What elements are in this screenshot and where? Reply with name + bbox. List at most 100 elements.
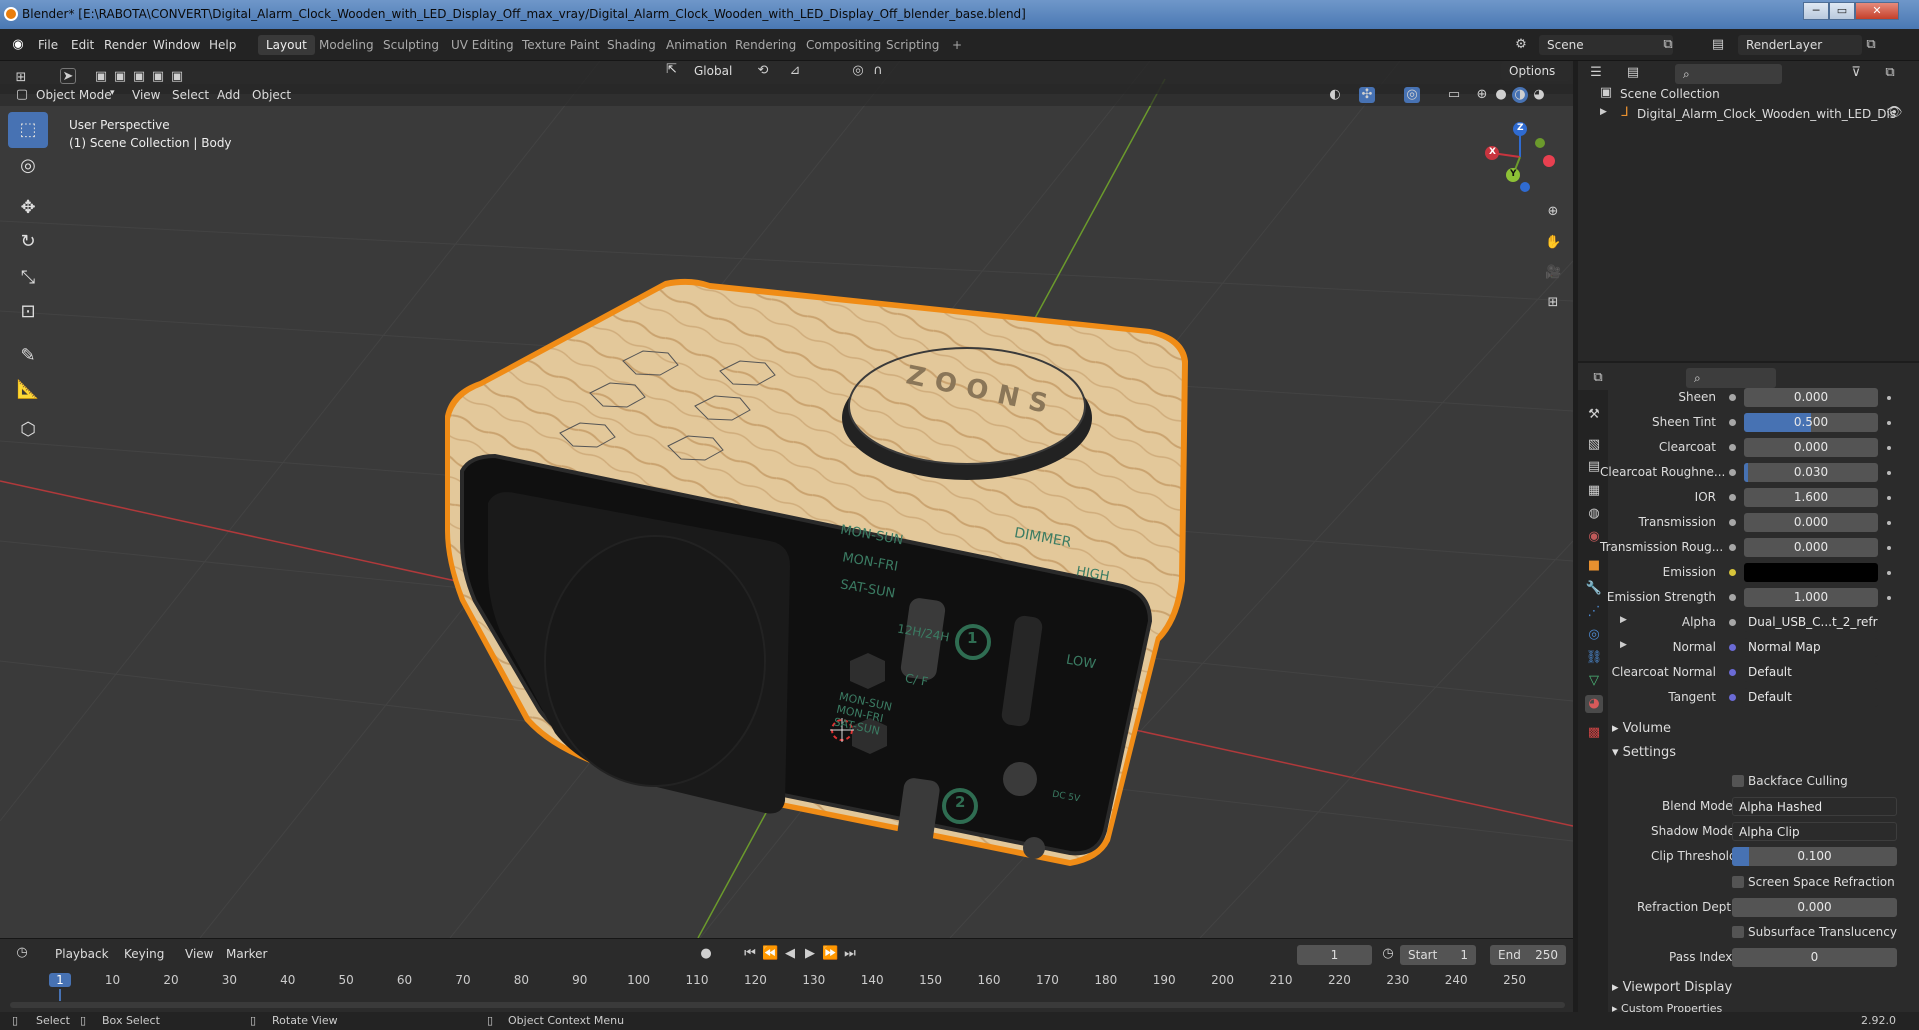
tab-compositing[interactable]: Compositing (798, 35, 889, 55)
falloff-icon[interactable]: ∩ (870, 63, 886, 79)
playhead-line[interactable] (59, 989, 61, 1001)
select-box-tool[interactable]: ⬚ (8, 112, 48, 148)
close-button[interactable]: ✕ (1855, 2, 1899, 20)
socket-dot-icon[interactable] (1729, 419, 1736, 426)
prop-field-clearcoat[interactable]: 0.000 (1744, 438, 1878, 457)
texture-tab-icon[interactable]: ▩ (1585, 724, 1603, 742)
transform-orientation-dropdown[interactable]: Global (686, 61, 741, 81)
prop-field-ior[interactable]: 1.600 (1744, 488, 1878, 507)
menu-select[interactable]: Select (172, 88, 209, 102)
tab-texture-paint[interactable]: Texture Paint (514, 35, 607, 55)
prop-field-transmission-roug[interactable]: 0.000 (1744, 538, 1878, 557)
end-frame-field[interactable]: End 250 (1490, 945, 1566, 965)
expand-chevron-icon[interactable]: ▶ (1600, 107, 1607, 117)
record-icon[interactable]: ● (698, 946, 714, 962)
prop-field-tangent[interactable]: Default (1744, 688, 1878, 707)
menu-file[interactable]: File (38, 38, 58, 52)
select-extend-icon[interactable]: ▣ (112, 69, 128, 85)
solid-shading-icon[interactable]: ● (1493, 87, 1509, 103)
overlay-toggle-icon[interactable]: ◎ (1404, 87, 1420, 103)
keyframe-dot-icon[interactable] (1887, 496, 1891, 500)
prop-field-transmission[interactable]: 0.000 (1744, 513, 1878, 532)
properties-search-input[interactable]: ⌕ (1686, 368, 1776, 388)
menu-view[interactable]: View (132, 88, 160, 102)
menu-keying[interactable]: Keying (124, 947, 164, 961)
transform-tool[interactable]: ⊡ (8, 294, 48, 330)
menu-help[interactable]: Help (209, 38, 236, 52)
socket-dot-icon[interactable] (1729, 394, 1736, 401)
blend-mode-dropdown[interactable]: Alpha Hashed (1732, 797, 1897, 816)
wireframe-shading-icon[interactable]: ⊕ (1474, 87, 1490, 103)
prop-field-clearcoat-roughne[interactable]: 0.030 (1744, 463, 1878, 482)
outliner-item-clock[interactable]: Digital_Alarm_Clock_Wooden_with_LED_Dis (1637, 107, 1896, 121)
keyframe-dot-icon[interactable] (1887, 546, 1891, 550)
select-invert-icon[interactable]: ▣ (150, 69, 166, 85)
keyframe-dot-icon[interactable] (1887, 396, 1891, 400)
pivot-point-icon[interactable]: ⟲ (755, 63, 771, 79)
start-frame-field[interactable]: Start 1 (1400, 945, 1476, 965)
shadow-mode-dropdown[interactable]: Alpha Clip (1732, 822, 1897, 841)
menu-playback[interactable]: Playback (55, 947, 109, 961)
prop-field-emission[interactable] (1744, 563, 1878, 582)
camera-view-icon[interactable]: 🎥 (1545, 265, 1561, 281)
menu-add[interactable]: Add (217, 88, 240, 102)
keyframe-dot-icon[interactable] (1887, 571, 1891, 575)
proportional-edit-icon[interactable]: ◎ (850, 63, 866, 79)
eye-icon[interactable]: 👁 (1886, 105, 1903, 121)
play-reverse-icon[interactable]: ◀ (782, 946, 798, 962)
visibility-icon[interactable]: ◐ (1327, 87, 1343, 103)
socket-dot-icon[interactable] (1729, 444, 1736, 451)
cursor-tool[interactable]: ◎ (8, 148, 48, 184)
jump-end-icon[interactable]: ⏭ (842, 946, 858, 962)
menu-window[interactable]: Window (153, 38, 200, 52)
tab-sculpting[interactable]: Sculpting (375, 35, 447, 55)
prop-field-sheen[interactable]: 0.000 (1744, 388, 1878, 407)
tab-layout[interactable]: Layout (258, 35, 315, 55)
socket-dot-icon[interactable] (1729, 594, 1736, 601)
socket-dot-icon[interactable] (1729, 619, 1736, 626)
blender-menu-icon[interactable]: ◉ (10, 37, 26, 53)
move-tool[interactable]: ✥ (8, 190, 48, 226)
tab-uv-editing[interactable]: UV Editing (443, 35, 522, 55)
prop-field-normal[interactable]: Normal Map (1744, 638, 1878, 657)
preview-range-icon[interactable]: ◷ (1380, 946, 1396, 962)
prop-field-clearcoat-normal[interactable]: Default (1744, 663, 1878, 682)
menu-render[interactable]: Render (104, 38, 147, 52)
volume-section[interactable]: ▸ Volume (1612, 721, 1671, 736)
prop-field-emission-strength[interactable]: 1.000 (1744, 588, 1878, 607)
options-dropdown[interactable]: Options (1501, 61, 1571, 81)
add-workspace-button[interactable]: + (944, 35, 970, 55)
timeline-scrollbar[interactable] (10, 1002, 1565, 1008)
new-collection-icon[interactable]: ⧉ (1882, 65, 1898, 81)
snap-icon[interactable]: ⊿ (787, 63, 803, 79)
zoom-icon[interactable]: ⊕ (1545, 204, 1561, 220)
frame-ruler[interactable]: 1 10 20 30 40 50 60 70 80 90 100 110 120 130 140 150 160… (0, 969, 1573, 1001)
ortho-toggle-icon[interactable]: ⊞ (1545, 295, 1561, 311)
new-layer-icon[interactable]: ⧉ (1863, 37, 1879, 53)
keyframe-dot-icon[interactable] (1887, 471, 1891, 475)
menu-timeline-view[interactable]: View (185, 947, 213, 961)
outliner-scene-collection[interactable]: Scene Collection (1620, 87, 1720, 101)
backface-culling-checkbox[interactable] (1732, 775, 1744, 787)
select-subtract-icon[interactable]: ▣ (131, 69, 147, 85)
settings-section[interactable]: ▾ Settings (1612, 745, 1676, 760)
custom-properties-section[interactable]: ▸ Custom Properties (1612, 1002, 1722, 1012)
new-scene-icon[interactable]: ⧉ (1660, 37, 1676, 53)
current-frame-field[interactable]: 1 (1297, 945, 1372, 965)
xray-icon[interactable]: ▭ (1446, 87, 1462, 103)
material-shading-icon[interactable]: ◑ (1512, 87, 1528, 103)
tab-rendering[interactable]: Rendering (727, 35, 804, 55)
annotate-tool[interactable]: ✎ (8, 338, 48, 374)
playhead-frame[interactable]: 1 (49, 973, 71, 987)
viewport-display-section[interactable]: ▸ Viewport Display (1612, 980, 1732, 995)
tab-animation[interactable]: Animation (658, 35, 735, 55)
subsurface-checkbox[interactable] (1732, 926, 1744, 938)
render-layer-selector[interactable]: RenderLayer (1738, 35, 1862, 55)
expand-chevron-icon[interactable]: ▶ (1620, 615, 1627, 625)
menu-edit[interactable]: Edit (71, 38, 94, 52)
socket-dot-icon[interactable] (1729, 494, 1736, 501)
play-icon[interactable]: ▶ (802, 946, 818, 962)
socket-dot-icon[interactable] (1729, 569, 1736, 576)
3d-viewport[interactable]: ZOONS MON-SUN MON-FRI SAT-SUN 12H/24H C/… (0, 61, 1573, 938)
outliner-search-input[interactable]: ⌕ (1675, 64, 1782, 84)
